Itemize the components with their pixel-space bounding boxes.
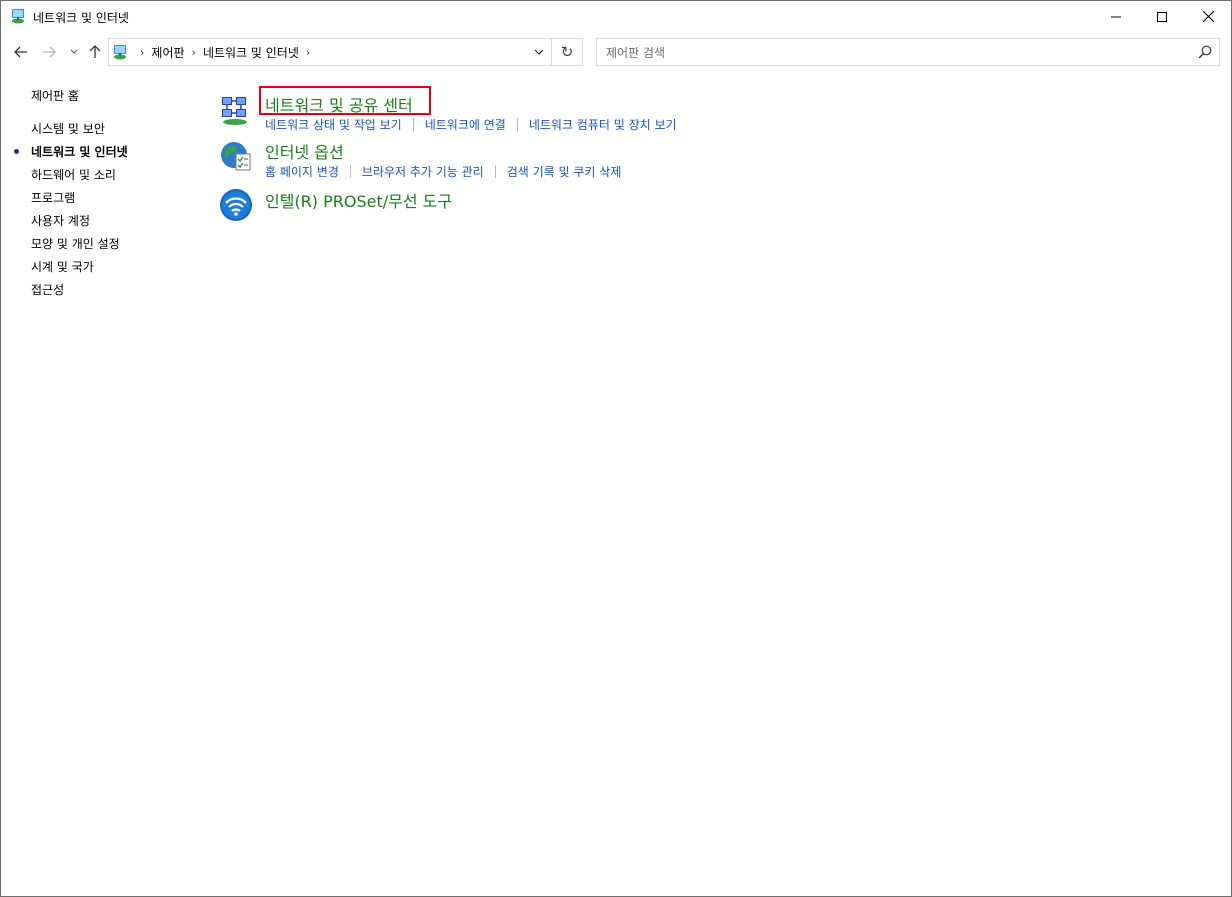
- intel-wireless-icon[interactable]: [219, 188, 253, 222]
- search-input[interactable]: 제어판 검색: [596, 38, 1220, 66]
- breadcrumb-network-internet[interactable]: 네트워크 및 인터넷: [203, 44, 299, 61]
- link-manage-browser-addons[interactable]: 브라우저 추가 기능 관리: [362, 163, 484, 180]
- search-icon[interactable]: [1198, 45, 1212, 59]
- address-bar[interactable]: › 제어판 › 네트워크 및 인터넷 ›: [108, 38, 552, 66]
- breadcrumb-separator-icon[interactable]: ›: [192, 46, 196, 59]
- breadcrumb-separator-icon[interactable]: ›: [306, 46, 310, 59]
- close-icon: [1202, 11, 1214, 22]
- refresh-button[interactable]: ↻: [552, 38, 583, 66]
- internet-options-icon[interactable]: [219, 139, 253, 173]
- link-view-network-computers[interactable]: 네트워크 컴퓨터 및 장치 보기: [529, 116, 677, 133]
- network-internet-icon: [12, 9, 24, 24]
- link-connect-network[interactable]: 네트워크에 연결: [425, 116, 506, 133]
- link-separator: [494, 165, 496, 178]
- forward-button[interactable]: [39, 41, 59, 63]
- link-view-network-status[interactable]: 네트워크 상태 및 작업 보기: [265, 116, 402, 133]
- minimize-icon: [1111, 16, 1121, 17]
- chevron-down-icon: [534, 49, 544, 55]
- sidebar-item-user-accounts[interactable]: 사용자 계정: [31, 212, 90, 229]
- sidebar-item-hardware-sound[interactable]: 하드웨어 및 소리: [31, 166, 116, 183]
- refresh-icon: ↻: [560, 43, 574, 61]
- sidebar-item-ease-of-access[interactable]: 접근성: [31, 281, 64, 298]
- internet-options-links: 홈 페이지 변경 브라우저 추가 기능 관리 검색 기록 및 쿠키 삭제: [265, 163, 621, 180]
- link-change-home-page[interactable]: 홈 페이지 변경: [265, 163, 339, 180]
- back-button[interactable]: [11, 41, 31, 63]
- sidebar-item-programs[interactable]: 프로그램: [31, 189, 75, 206]
- address-history-dropdown[interactable]: [526, 39, 552, 65]
- title-bar: 네트워크 및 인터넷: [1, 1, 1231, 32]
- arrow-right-icon: [43, 46, 56, 58]
- maximize-button[interactable]: [1139, 1, 1185, 32]
- navigation-bar: › 제어판 › 네트워크 및 인터넷 › ↻ 제어판 검색: [1, 32, 1231, 72]
- control-panel-icon: [114, 45, 126, 60]
- up-button[interactable]: [85, 41, 105, 63]
- link-separator: [412, 118, 414, 131]
- active-item-bullet-icon: [14, 149, 19, 154]
- maximize-icon: [1157, 11, 1167, 22]
- window-title: 네트워크 및 인터넷: [33, 11, 129, 25]
- network-sharing-center-icon[interactable]: [219, 92, 253, 126]
- search-placeholder: 제어판 검색: [606, 46, 666, 60]
- sidebar-item-appearance[interactable]: 모양 및 개인 설정: [31, 235, 120, 252]
- link-separator: [349, 165, 351, 178]
- breadcrumb-control-panel[interactable]: 제어판: [151, 44, 184, 61]
- control-panel-window: 네트워크 및 인터넷 › 제어판 › 네트워크 및 인터넷 › ↻ 제어판 검색…: [0, 0, 1232, 897]
- minimize-button[interactable]: [1093, 1, 1139, 32]
- arrow-up-icon: [89, 45, 101, 58]
- link-delete-browsing-history[interactable]: 검색 기록 및 쿠키 삭제: [507, 163, 622, 180]
- control-panel-home-link[interactable]: 제어판 홈: [31, 87, 79, 104]
- breadcrumb-separator-icon[interactable]: ›: [140, 46, 144, 59]
- chevron-down-icon: [70, 49, 78, 54]
- recent-locations-button[interactable]: [67, 41, 81, 63]
- intel-wireless-title[interactable]: 인텔(R) PROSet/무선 도구: [265, 188, 452, 212]
- internet-options-title[interactable]: 인터넷 옵션: [265, 139, 344, 163]
- highlight-rectangle: [259, 86, 431, 115]
- link-separator: [516, 118, 518, 131]
- sidebar-item-clock-region[interactable]: 시계 및 국가: [31, 258, 94, 275]
- arrow-left-icon: [14, 46, 27, 58]
- network-sharing-center-links: 네트워크 상태 및 작업 보기 네트워크에 연결 네트워크 컴퓨터 및 장치 보…: [265, 116, 677, 133]
- sidebar-item-system-security[interactable]: 시스템 및 보안: [31, 120, 105, 137]
- breadcrumb: › 제어판 › 네트워크 및 인터넷 ›: [133, 39, 317, 65]
- close-button[interactable]: [1185, 1, 1231, 32]
- sidebar-item-network-internet[interactable]: 네트워크 및 인터넷: [31, 143, 128, 160]
